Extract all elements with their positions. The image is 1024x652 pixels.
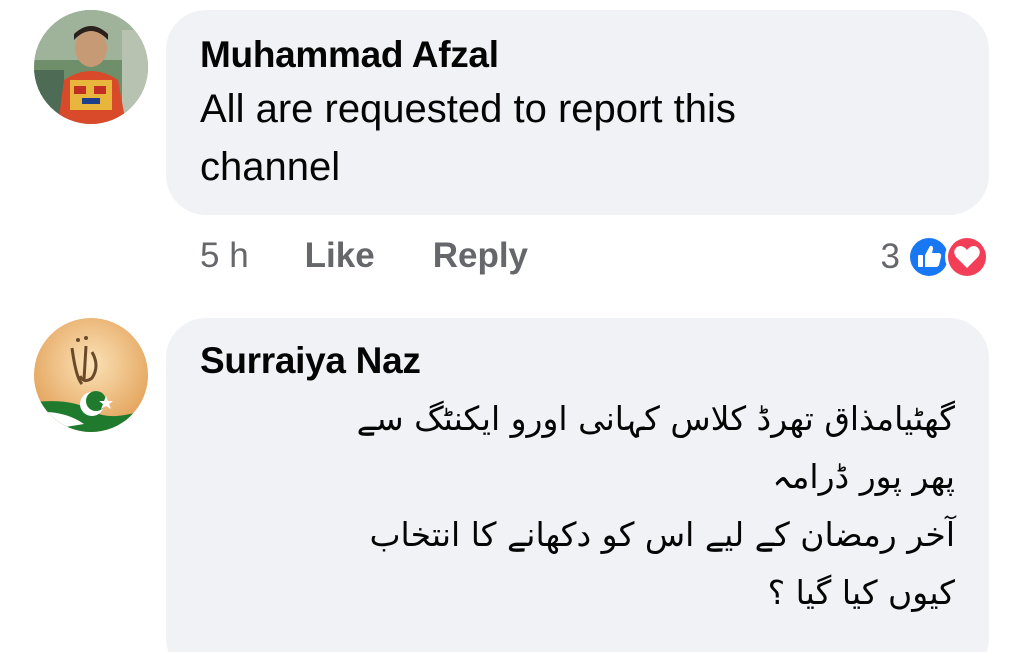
comment-bubble: Muhammad Afzal All are requested to repo… [166,10,989,215]
comment-timestamp[interactable]: 5 h [200,236,249,276]
like-button[interactable]: Like [305,236,375,276]
reply-button[interactable]: Reply [433,236,528,276]
comment-author[interactable]: Muhammad Afzal [200,32,955,78]
comment-line: گھٹیامذاق تھرڈ کلاس کہانی اورو ایکنٹگ سے [356,399,955,438]
comment-text: All are requested to report this channel [200,87,736,189]
avatar[interactable] [34,10,148,124]
reactions-summary[interactable]: 3 [881,232,990,282]
comment-author[interactable]: Surraiya Naz [200,338,955,384]
comments-thread: Muhammad Afzal All are requested to repo… [0,0,1024,652]
reaction-count: 3 [880,237,900,276]
comment-actions: 5 h Like Reply [200,236,528,276]
love-icon [945,235,989,279]
comment-bubble: Surraiya Naz گھٹیامذاق تھرڈ کلاس کہانی ا… [166,318,989,652]
profile-photo-muhammad-afzal [34,10,148,124]
comment-line: آخر رمضان کے لیے اس کو دکھانے کا انتخاب [369,515,955,554]
comment-line: کیوں کیا گیا ؟ [767,573,955,612]
comment-line: پھر پور ڈرامہ [772,457,955,496]
profile-photo-surraiya-naz [34,318,148,432]
comment-text: گھٹیامذاق تھرڈ کلاس کہانی اورو ایکنٹگ سے… [200,390,955,622]
avatar[interactable] [34,318,148,432]
